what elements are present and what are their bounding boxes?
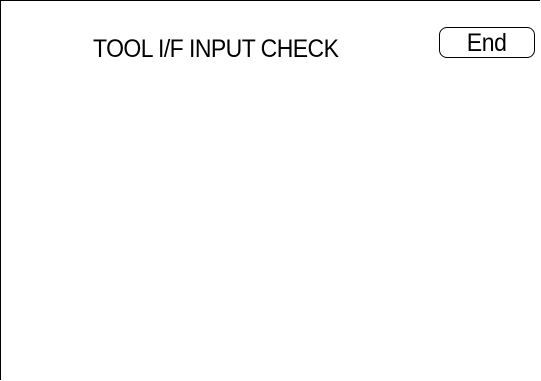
content-area xyxy=(2,76,541,381)
end-button-label: End xyxy=(467,28,507,57)
end-button[interactable]: End xyxy=(439,27,535,58)
page-title: TOOL I/F INPUT CHECK xyxy=(93,35,339,63)
screen-frame: TOOL I/F INPUT CHECK End xyxy=(0,0,540,380)
